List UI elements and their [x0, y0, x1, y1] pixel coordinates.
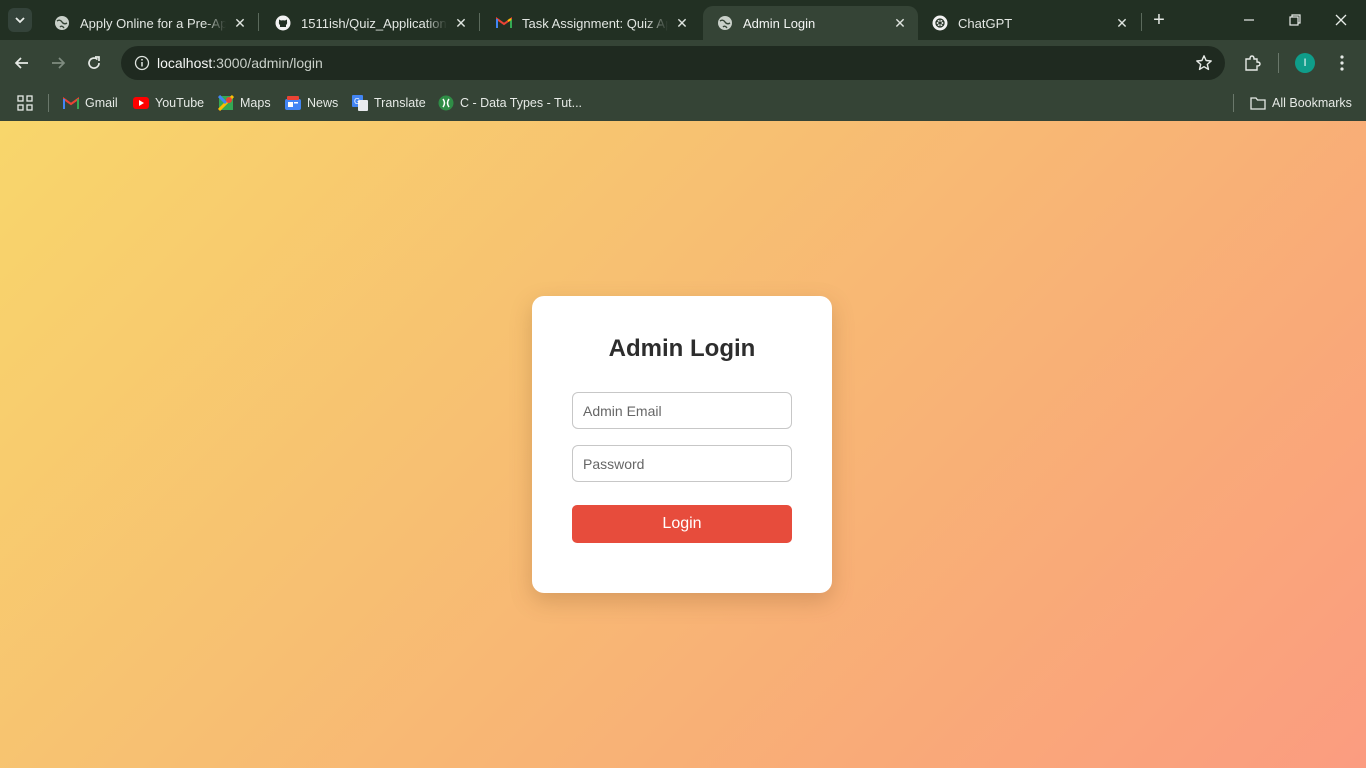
- tab-search-button[interactable]: [8, 8, 32, 32]
- close-icon[interactable]: ✕: [674, 15, 690, 31]
- close-icon: [1335, 14, 1347, 26]
- globe-icon: [54, 15, 70, 31]
- restore-icon: [1289, 14, 1301, 26]
- avatar: I: [1295, 53, 1315, 73]
- close-icon[interactable]: ✕: [453, 15, 469, 31]
- tab-2[interactable]: Task Assignment: Quiz Application ✕: [482, 6, 700, 40]
- chatgpt-icon: [932, 15, 948, 31]
- close-icon[interactable]: ✕: [1114, 15, 1130, 31]
- close-icon[interactable]: ✕: [232, 15, 248, 31]
- tab-divider: [1141, 13, 1142, 31]
- tab-title: 1511ish/Quiz_Application: A quiz app: [301, 15, 447, 31]
- window-close-button[interactable]: [1318, 0, 1364, 40]
- reload-icon: [88, 56, 100, 69]
- bookmark-gmail[interactable]: Gmail: [63, 92, 118, 114]
- bookmark-translate[interactable]: G Translate: [352, 92, 426, 114]
- apps-button[interactable]: [17, 92, 33, 114]
- extensions-button[interactable]: [1240, 51, 1264, 75]
- bookmark-news[interactable]: News: [285, 92, 338, 114]
- tab-1[interactable]: 1511ish/Quiz_Application: A quiz app ✕: [261, 6, 479, 40]
- tab-3-active[interactable]: Admin Login ✕: [703, 6, 918, 40]
- bookmark-c-data-types[interactable]: C - Data Types - Tut...: [438, 92, 582, 114]
- globe-icon: [717, 15, 733, 31]
- chevron-down-icon: [15, 17, 25, 24]
- bookmark-label: News: [307, 96, 339, 110]
- bookmark-label: All Bookmarks: [1272, 96, 1352, 110]
- bookmark-star-icon[interactable]: [1195, 54, 1213, 77]
- url-text: localhost:3000/admin/login: [157, 55, 323, 71]
- minimize-icon: [1244, 19, 1254, 21]
- email-field[interactable]: [572, 392, 792, 429]
- apps-grid-icon: [17, 95, 33, 111]
- tab-0[interactable]: Apply Online for a Pre-Approved Loan ✕: [40, 6, 258, 40]
- menu-button[interactable]: [1330, 51, 1354, 75]
- kebab-menu-icon: [1340, 55, 1344, 71]
- bookmark-label: Gmail: [85, 96, 118, 110]
- reload-button[interactable]: [80, 49, 108, 77]
- page-title: Admin Login: [608, 335, 756, 362]
- tab-strip: Apply Online for a Pre-Approved Loan ✕ 1…: [0, 0, 1366, 40]
- bookmark-label: Maps: [240, 96, 271, 110]
- maps-icon: [218, 95, 234, 111]
- folder-icon: [1250, 95, 1266, 111]
- browser-toolbar: localhost:3000/admin/login I: [0, 40, 1366, 86]
- bookmarks-divider: [48, 94, 49, 112]
- bookmark-youtube[interactable]: YouTube: [133, 92, 204, 114]
- tab-divider: [258, 13, 259, 31]
- arrow-right-icon: [52, 57, 66, 69]
- tutorial-icon: [438, 95, 454, 111]
- all-bookmarks-button[interactable]: All Bookmarks: [1250, 92, 1352, 114]
- tab-title: ChatGPT: [958, 15, 1013, 31]
- address-bar[interactable]: localhost:3000/admin/login: [121, 46, 1225, 80]
- site-info-icon[interactable]: [127, 55, 157, 71]
- toolbar-divider: [1278, 53, 1279, 73]
- minimize-button[interactable]: [1226, 0, 1272, 40]
- login-card: Admin Login Login: [532, 296, 832, 593]
- forward-button[interactable]: [44, 49, 72, 77]
- close-icon[interactable]: ✕: [892, 15, 908, 31]
- password-field[interactable]: [572, 445, 792, 482]
- gmail-icon: [63, 95, 79, 111]
- bookmarks-bar: Gmail YouTube Maps News G Translate C - …: [0, 86, 1366, 121]
- profile-button[interactable]: I: [1293, 51, 1317, 75]
- new-tab-button[interactable]: +: [1147, 8, 1171, 32]
- tab-title: Apply Online for a Pre-Approved Loan: [80, 15, 226, 31]
- bookmark-maps[interactable]: Maps: [218, 92, 271, 114]
- news-icon: [285, 95, 301, 111]
- puzzle-icon: [1245, 55, 1261, 71]
- page-background: Admin Login Login: [0, 121, 1366, 768]
- arrow-left-icon: [14, 57, 28, 69]
- gmail-icon: [496, 15, 512, 31]
- bookmarks-divider: [1233, 94, 1234, 112]
- bookmark-label: C - Data Types - Tut...: [460, 96, 583, 110]
- bookmark-label: YouTube: [155, 96, 205, 110]
- translate-icon: G: [352, 95, 368, 111]
- youtube-icon: [133, 95, 149, 111]
- login-button[interactable]: Login: [572, 505, 792, 543]
- tab-title: Admin Login: [743, 15, 816, 31]
- restore-button[interactable]: [1272, 0, 1318, 40]
- svg-text:G: G: [354, 97, 360, 106]
- url-path: :3000/admin/login: [212, 55, 323, 71]
- tab-4[interactable]: ChatGPT ✕: [918, 6, 1140, 40]
- bookmark-label: Translate: [374, 96, 426, 110]
- back-button[interactable]: [8, 49, 36, 77]
- tab-title: Task Assignment: Quiz Application: [522, 15, 668, 31]
- url-host: localhost: [157, 55, 213, 71]
- github-icon: [275, 15, 291, 31]
- tab-divider: [479, 13, 480, 31]
